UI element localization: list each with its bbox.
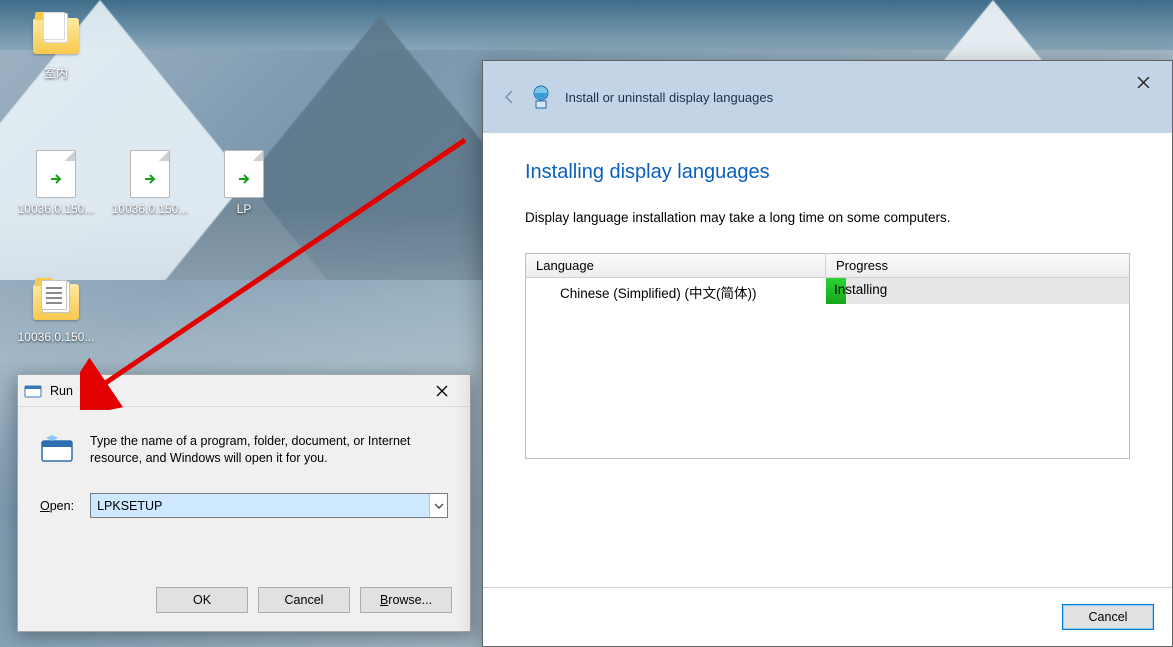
run-close-button[interactable]: [420, 379, 464, 403]
desktop-icon-label: 室内: [14, 64, 98, 81]
column-header-progress[interactable]: Progress: [826, 254, 1129, 277]
wizard-header-title: Install or uninstall display languages: [565, 90, 773, 105]
install-languages-wizard: Install or uninstall display languages I…: [482, 60, 1173, 647]
textfile-icon: [33, 284, 79, 320]
folder-icon: [33, 18, 79, 54]
run-title-text: Run: [50, 384, 73, 398]
desktop-icon-label: 10036.0.150...: [108, 202, 192, 216]
desktop-icon-file[interactable]: 10036.0.150...: [108, 150, 192, 216]
desktop-icon-label: 10036.0.150...: [14, 202, 98, 216]
desktop-icon-file[interactable]: 10036.0.150...: [14, 150, 98, 216]
desktop-icon-label: 10036.0.150...: [14, 330, 98, 344]
run-browse-button[interactable]: Browse...: [360, 587, 452, 613]
run-title-icon: [24, 382, 42, 400]
run-app-icon: [40, 433, 74, 467]
language-progress-cell: Installing: [826, 278, 1129, 304]
run-dialog: Run Type the name of a program, folder, …: [17, 374, 471, 632]
run-open-input[interactable]: [91, 494, 429, 517]
run-titlebar[interactable]: Run: [18, 375, 470, 407]
run-open-dropdown[interactable]: [429, 494, 447, 517]
run-open-combobox[interactable]: [90, 493, 448, 518]
language-table: Language Progress Chinese (Simplified) (…: [525, 253, 1130, 459]
progress-status: Installing: [834, 282, 887, 297]
run-description: Type the name of a program, folder, docu…: [90, 433, 448, 467]
run-ok-button[interactable]: OK: [156, 587, 248, 613]
file-icon: [224, 150, 264, 198]
run-open-label: Open:: [40, 499, 74, 513]
desktop-icon-textfile[interactable]: 10036.0.150...: [14, 278, 98, 344]
language-row[interactable]: Chinese (Simplified) (中文(简体)) Installing: [526, 278, 1129, 306]
wizard-header[interactable]: Install or uninstall display languages: [483, 61, 1172, 133]
desktop-icon-label: LP: [202, 202, 286, 216]
wizard-cancel-button[interactable]: Cancel: [1062, 604, 1154, 630]
wizard-title-icon: [527, 83, 555, 111]
language-name: Chinese (Simplified) (中文(简体)): [526, 278, 826, 306]
wizard-back-button[interactable]: [497, 85, 521, 109]
wizard-heading: Installing display languages: [525, 161, 1130, 184]
language-table-header: Language Progress: [526, 254, 1129, 278]
file-icon: [130, 150, 170, 198]
column-header-language[interactable]: Language: [526, 254, 826, 277]
wizard-close-button[interactable]: [1122, 69, 1164, 95]
close-icon: [1137, 76, 1150, 89]
desktop-icon-folder[interactable]: 室内: [14, 12, 98, 81]
run-cancel-button[interactable]: Cancel: [258, 587, 350, 613]
back-arrow-icon: [500, 88, 518, 106]
chevron-down-icon: [434, 501, 444, 511]
desktop-icon-file[interactable]: LP: [202, 150, 286, 216]
close-icon: [436, 385, 448, 397]
wizard-note: Display language installation may take a…: [525, 210, 1130, 225]
file-icon: [36, 150, 76, 198]
